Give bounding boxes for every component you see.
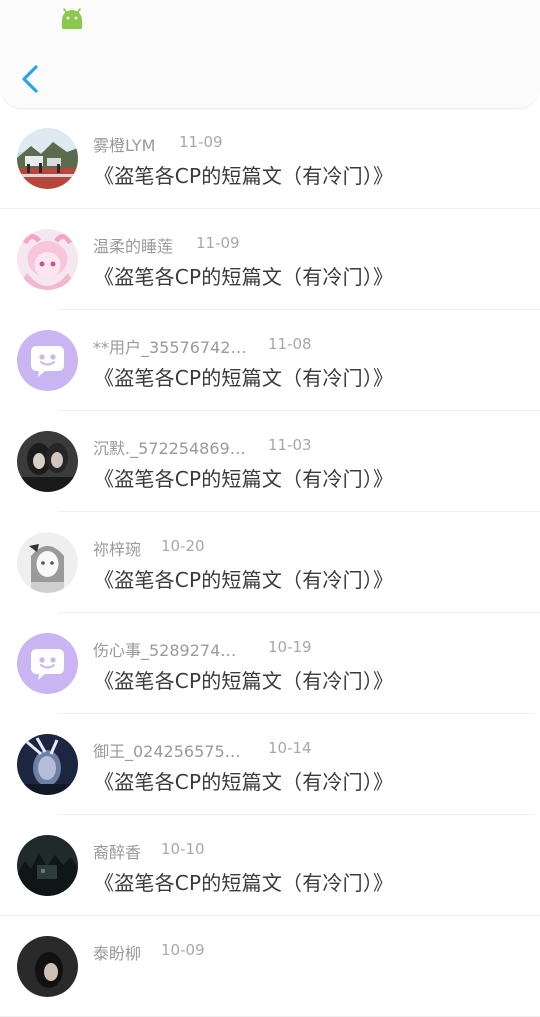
date: 10-10 [161, 840, 205, 858]
list-item[interactable]: **用户_35576742… 11-08 《盗笔各CP的短篇文（有冷门）》 [0, 310, 540, 411]
username[interactable]: 裔醉香 [93, 839, 141, 863]
avatar[interactable] [17, 633, 78, 694]
username[interactable]: 沉默._572254869… [93, 435, 246, 459]
item-meta: 御王_024256575… 10-14 [93, 738, 312, 762]
username[interactable]: 伤心事_5289274… [93, 637, 236, 661]
username[interactable]: 泰盼柳 [93, 940, 141, 964]
date: 11-09 [196, 234, 240, 252]
back-button[interactable] [16, 62, 46, 96]
item-title[interactable]: 《盗笔各CP的短篇文（有冷门）》 [94, 766, 393, 795]
item-meta: 温柔的睡莲 11-09 [93, 233, 240, 257]
date: 11-03 [268, 436, 312, 454]
item-title[interactable]: 《盗笔各CP的短篇文（有冷门）》 [94, 564, 393, 593]
list-item[interactable]: 御王_024256575… 10-14 《盗笔各CP的短篇文（有冷门）》 [0, 714, 540, 815]
list-item[interactable]: 沉默._572254869… 11-03 《盗笔各CP的短篇文（有冷门）》 [0, 411, 540, 512]
list-item[interactable]: 泰盼柳 10-09 [0, 916, 540, 1017]
item-meta: **用户_35576742… 11-08 [93, 334, 312, 358]
date: 11-08 [268, 335, 312, 353]
item-title[interactable]: 《盗笔各CP的短篇文（有冷门）》 [94, 463, 393, 492]
list-item[interactable]: 雾橙LYM 11-09 《盗笔各CP的短篇文（有冷门）》 [0, 108, 540, 209]
avatar[interactable] [17, 936, 78, 997]
item-title[interactable]: 《盗笔各CP的短篇文（有冷门）》 [94, 362, 393, 391]
android-icon [62, 8, 82, 29]
item-title[interactable]: 《盗笔各CP的短篇文（有冷门）》 [94, 261, 393, 290]
date: 11-09 [179, 133, 223, 151]
username[interactable]: 雾橙LYM [93, 132, 155, 156]
comment-list: 雾橙LYM 11-09 《盗笔各CP的短篇文（有冷门）》 温柔的睡莲 11-09 《盗笔各… [0, 108, 540, 1017]
item-title[interactable]: 《盗笔各CP的短篇文（有冷门）》 [94, 160, 393, 189]
item-meta: 伤心事_5289274… 10-19 [93, 637, 312, 661]
item-meta: 沉默._572254869… 11-03 [93, 435, 312, 459]
list-item[interactable]: 祢梓琬 10-20 《盗笔各CP的短篇文（有冷门）》 [0, 512, 540, 613]
date: 10-20 [161, 537, 205, 555]
item-meta: 祢梓琬 10-20 [93, 536, 205, 560]
avatar[interactable] [17, 532, 78, 593]
username[interactable]: **用户_35576742… [93, 334, 246, 358]
avatar[interactable] [17, 835, 78, 896]
list-item[interactable]: 伤心事_5289274… 10-19 《盗笔各CP的短篇文（有冷门）》 [0, 613, 540, 714]
date: 10-09 [161, 941, 205, 959]
avatar[interactable] [17, 734, 78, 795]
list-item[interactable]: 温柔的睡莲 11-09 《盗笔各CP的短篇文（有冷门）》 [0, 209, 540, 310]
avatar[interactable] [17, 330, 78, 391]
top-bar [0, 0, 540, 109]
avatar[interactable] [17, 128, 78, 189]
date: 10-19 [268, 638, 312, 656]
item-meta: 裔醉香 10-10 [93, 839, 205, 863]
item-title[interactable]: 《盗笔各CP的短篇文（有冷门）》 [94, 665, 393, 694]
avatar[interactable] [17, 431, 78, 492]
date: 10-14 [268, 739, 312, 757]
username[interactable]: 祢梓琬 [93, 536, 141, 560]
item-meta: 泰盼柳 10-09 [93, 940, 205, 964]
avatar[interactable] [17, 229, 78, 290]
item-meta: 雾橙LYM 11-09 [93, 132, 223, 156]
list-item[interactable]: 裔醉香 10-10 《盗笔各CP的短篇文（有冷门）》 [0, 815, 540, 916]
item-title[interactable]: 《盗笔各CP的短篇文（有冷门）》 [94, 867, 393, 896]
username[interactable]: 御王_024256575… [93, 738, 241, 762]
username[interactable]: 温柔的睡莲 [93, 233, 173, 257]
